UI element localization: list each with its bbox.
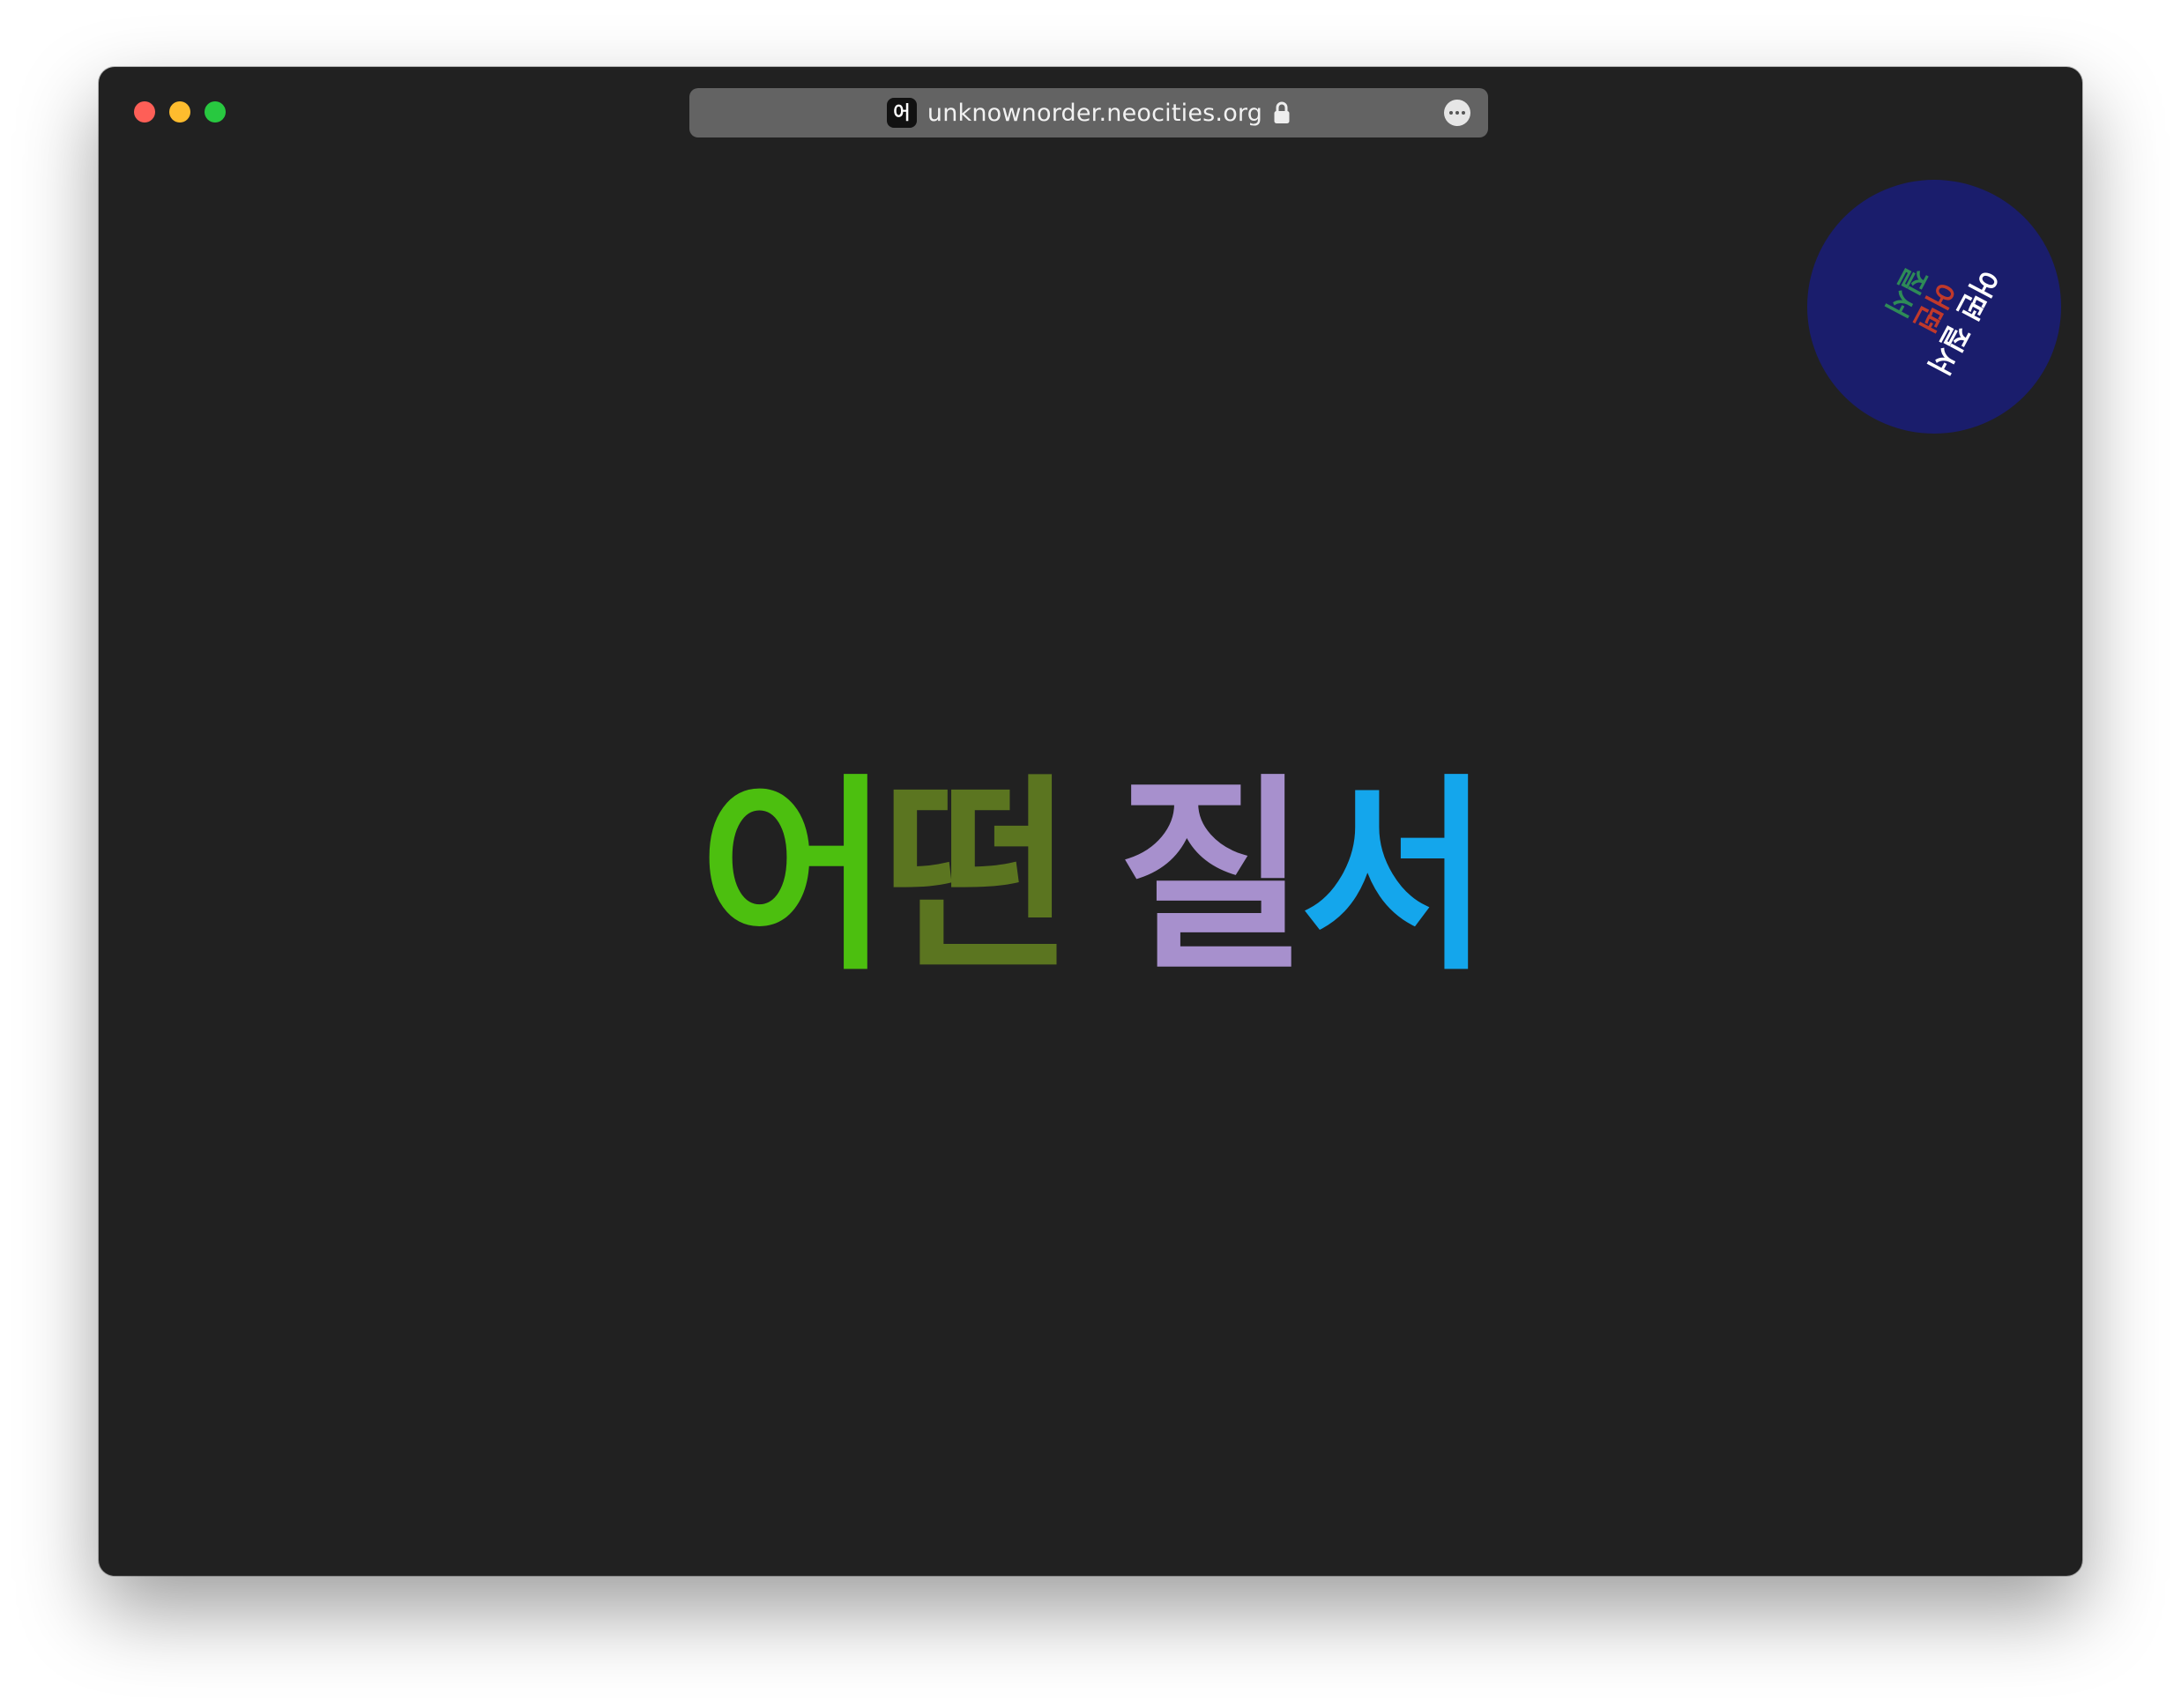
window-close-button[interactable] bbox=[134, 101, 155, 123]
site-favicon-icon: 어 bbox=[886, 98, 917, 128]
page-title: 어떤질서 bbox=[99, 746, 2082, 1010]
title-char-3: 질 bbox=[1117, 756, 1308, 999]
window-minimize-button[interactable] bbox=[169, 101, 190, 123]
title-char-4: 서 bbox=[1299, 756, 1491, 999]
title-char-2: 떤 bbox=[881, 756, 1073, 999]
window-maximize-button[interactable] bbox=[205, 101, 226, 123]
url-text[interactable]: unknownorder.neocities.org bbox=[927, 100, 1262, 127]
browser-window: 어 unknownorder.neocities.org 어떤질서 어떤 질서 … bbox=[99, 67, 2082, 1576]
rotating-badge[interactable]: 어떤 질서 어떤 질서 bbox=[1807, 180, 2061, 434]
more-options-icon[interactable] bbox=[1444, 100, 1470, 126]
address-bar[interactable]: 어 unknownorder.neocities.org bbox=[689, 88, 1488, 137]
title-char-1: 어 bbox=[698, 756, 890, 999]
lock-icon bbox=[1274, 101, 1290, 123]
